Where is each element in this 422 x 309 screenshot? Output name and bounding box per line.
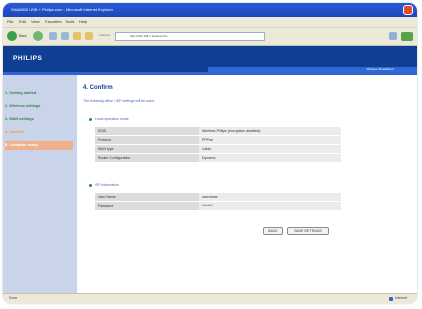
- forward-icon[interactable]: [33, 31, 43, 41]
- main-content: 4. Confirm The following office / ISP se…: [77, 75, 417, 293]
- table-value: PPPoe: [199, 135, 341, 145]
- menu-help[interactable]: Help: [79, 17, 87, 27]
- table-row: Router Configuration Dynamic: [95, 153, 341, 163]
- status-text: Done: [9, 296, 18, 300]
- save-settings-button[interactable]: SAVE SETTINGS: [287, 227, 329, 235]
- bullet-icon: [89, 117, 92, 121]
- security-zone: Internet: [389, 296, 407, 301]
- home-icon[interactable]: [73, 32, 81, 40]
- browser-window: SNA6500 USB + Philips.com - Microsoft In…: [3, 3, 417, 303]
- table-row: SSID Wireless-Philips (encryption disable…: [95, 127, 341, 136]
- close-icon[interactable]: [403, 5, 413, 15]
- page-title: 4. Confirm: [83, 85, 113, 91]
- bullet-icon: [89, 183, 92, 187]
- table-value: Dynamic: [199, 153, 341, 163]
- table-row: User Name username: [95, 193, 341, 202]
- back-icon[interactable]: [7, 31, 17, 41]
- table-key: Router Configuration: [95, 153, 199, 163]
- window-title: SNA6500 USB + Philips.com - Microsoft In…: [11, 7, 113, 12]
- refresh-icon[interactable]: [61, 32, 69, 40]
- table-row: Password ********: [95, 201, 341, 211]
- status-bar: Done Internet: [3, 293, 417, 303]
- go-icon[interactable]: [401, 32, 413, 41]
- menu-edit[interactable]: Edit: [19, 17, 26, 27]
- section-local-mode: Local operation mode: [89, 117, 129, 121]
- table-key: Password: [95, 201, 199, 211]
- isp-table: User Name username Password ********: [95, 193, 341, 211]
- table-value: Cable: [199, 144, 341, 154]
- table-row: Protocol PPPoe: [95, 135, 341, 145]
- table-key: WAN type: [95, 144, 199, 154]
- section-isp: ISP information: [89, 183, 119, 187]
- page-description: The following office / ISP settings will…: [83, 99, 155, 103]
- address-input[interactable]: http://192.168.1.1/setup.htm: [115, 32, 265, 41]
- table-value: ********: [199, 201, 341, 211]
- menu-view[interactable]: View: [31, 17, 40, 27]
- address-label: Address: [99, 33, 111, 37]
- sidebar: 1. Getting started 2. Wireless settings …: [3, 75, 77, 293]
- sidebar-item-wan-settings[interactable]: 3. WAN settings: [5, 115, 73, 124]
- table-key: SSID: [95, 127, 199, 136]
- section-local-mode-title: Local operation mode: [95, 117, 129, 121]
- menu-file[interactable]: File: [7, 17, 13, 27]
- stop-icon[interactable]: [49, 32, 57, 40]
- menu-tools[interactable]: Tools: [65, 17, 74, 27]
- page-header: PHILIPS Wireless Broadband: [3, 46, 417, 72]
- table-value: username: [199, 193, 341, 202]
- table-key: User Name: [95, 193, 199, 202]
- back-label: Back: [19, 34, 27, 38]
- links-icon[interactable]: [389, 32, 397, 40]
- section-isp-title: ISP information: [95, 183, 119, 187]
- menu-favorites[interactable]: Favorites: [45, 17, 61, 27]
- browser-toolbar: Back Address http://192.168.1.1/setup.ht…: [3, 28, 417, 46]
- back-button[interactable]: BACK: [263, 227, 283, 235]
- philips-logo: PHILIPS: [13, 55, 43, 62]
- menu-bar: File Edit View Favorites Tools Help: [3, 17, 417, 28]
- search-icon[interactable]: [85, 32, 93, 40]
- title-bar: SNA6500 USB + Philips.com - Microsoft In…: [3, 3, 417, 17]
- settings-table: SSID Wireless-Philips (encryption disable…: [95, 127, 341, 163]
- sidebar-item-confirm[interactable]: 4. Confirm: [5, 128, 73, 137]
- table-row: WAN type Cable: [95, 144, 341, 154]
- table-key: Protocol: [95, 135, 199, 145]
- sidebar-item-complete[interactable]: 5. Complete setup: [5, 141, 73, 150]
- sidebar-item-getting-started[interactable]: 1. Getting started: [5, 89, 73, 98]
- sidebar-item-wireless-settings[interactable]: 2. Wireless settings: [5, 102, 73, 111]
- table-value: Wireless-Philips (encryption disabled): [199, 127, 341, 136]
